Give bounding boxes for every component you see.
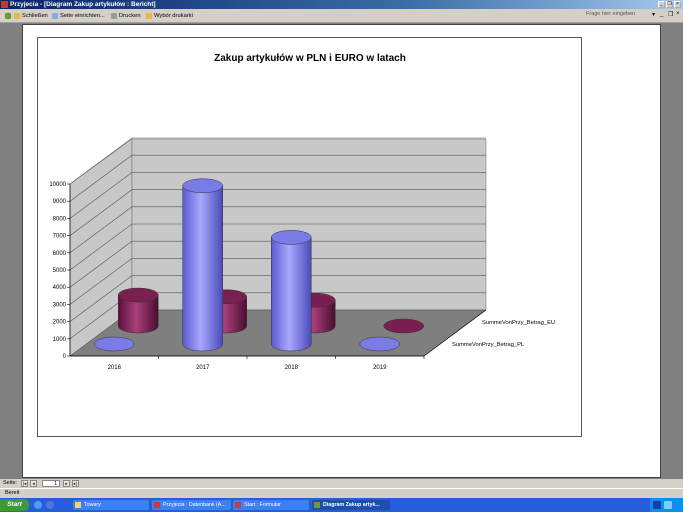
series-label: SummeVonPrzy_Betrag_PL bbox=[452, 342, 525, 348]
taskbar: Start Towary Przyjecia : Datenbank (A...… bbox=[0, 498, 683, 512]
access-icon bbox=[154, 502, 160, 508]
cylinder-pl-disc bbox=[94, 336, 135, 352]
x-tick-label: 2017 bbox=[196, 365, 210, 371]
x-tick-label: 2016 bbox=[108, 365, 122, 371]
x-tick-label: 2018 bbox=[285, 365, 299, 371]
y-tick-label: 10000 bbox=[49, 182, 66, 188]
task-label: Przyjecia : Datenbank (A... bbox=[163, 502, 226, 508]
chart-canvas: 0 1000 2000 3000 4000 5000 6000 7000 8000 9000 100… bbox=[49, 137, 555, 371]
cylinder-pl-top bbox=[182, 178, 223, 194]
language-icon[interactable] bbox=[653, 501, 661, 509]
y-tick-label: 7000 bbox=[53, 234, 67, 240]
ie-icon[interactable] bbox=[34, 501, 42, 509]
x-tick-label: 2019 bbox=[373, 365, 387, 371]
prev-page-button[interactable]: ◂ bbox=[30, 480, 37, 487]
task-label: Start : Formular bbox=[244, 502, 281, 508]
cylinder-eu-top bbox=[118, 287, 159, 303]
cylinder-pl-disc bbox=[359, 336, 400, 352]
y-tick-label: 2000 bbox=[53, 320, 67, 326]
y-tick-label: 6000 bbox=[53, 251, 67, 257]
task-label: Towary bbox=[84, 502, 101, 508]
page-label: Seite: bbox=[3, 480, 18, 486]
page-number-input[interactable]: 1 bbox=[42, 480, 60, 487]
report-icon bbox=[314, 502, 320, 508]
start-button[interactable]: Start bbox=[0, 499, 29, 511]
y-tick-label: 1000 bbox=[53, 337, 67, 343]
cylinder-eu-disc bbox=[383, 318, 424, 334]
cylinder-pl bbox=[359, 336, 400, 352]
system-tray bbox=[650, 498, 683, 512]
y-tick-label: 5000 bbox=[53, 268, 67, 274]
record-navigation: Seite: |◂ ◂ 1 ▸ ▸| bbox=[0, 479, 683, 488]
y-tick-label: 3000 bbox=[53, 302, 67, 308]
status-bar: Bereit bbox=[0, 488, 683, 498]
status-text: Bereit bbox=[5, 490, 20, 496]
cylinder-pl-body bbox=[182, 185, 223, 352]
cylinder-eu bbox=[383, 318, 424, 334]
outlook-icon[interactable] bbox=[46, 501, 54, 509]
y-tick-label: 8000 bbox=[53, 216, 67, 222]
y-tick-label: 9000 bbox=[53, 199, 67, 205]
form-icon bbox=[235, 502, 241, 508]
task-diagram[interactable]: Diagram Zakup artyk... bbox=[312, 500, 390, 510]
cylinder-pl-body bbox=[271, 237, 312, 352]
task-towary[interactable]: Towary bbox=[73, 500, 149, 510]
y-tick-label: 0 bbox=[63, 354, 67, 360]
first-page-button[interactable]: |◂ bbox=[21, 480, 28, 487]
series-label: SummeVonPrzy_Betrag_EU bbox=[482, 320, 555, 326]
folder-icon bbox=[75, 502, 81, 508]
cylinder-eu bbox=[118, 287, 159, 334]
task-start-formular[interactable]: Start : Formular bbox=[233, 500, 309, 510]
cylinder-pl-top bbox=[271, 230, 312, 245]
cylinder-pl bbox=[271, 230, 312, 352]
cylinder-pl bbox=[94, 336, 135, 352]
y-tick-label: 4000 bbox=[53, 285, 67, 291]
cylinder-pl bbox=[182, 178, 223, 352]
next-page-button[interactable]: ▸ bbox=[63, 480, 70, 487]
last-page-button[interactable]: ▸| bbox=[72, 480, 79, 487]
x-axis-ticks: 2016 2017 2018 2019 bbox=[108, 356, 425, 371]
tray-app-icon[interactable] bbox=[664, 501, 672, 509]
task-label: Diagram Zakup artyk... bbox=[323, 502, 380, 508]
task-przyjecia[interactable]: Przyjecia : Datenbank (A... bbox=[152, 500, 231, 510]
